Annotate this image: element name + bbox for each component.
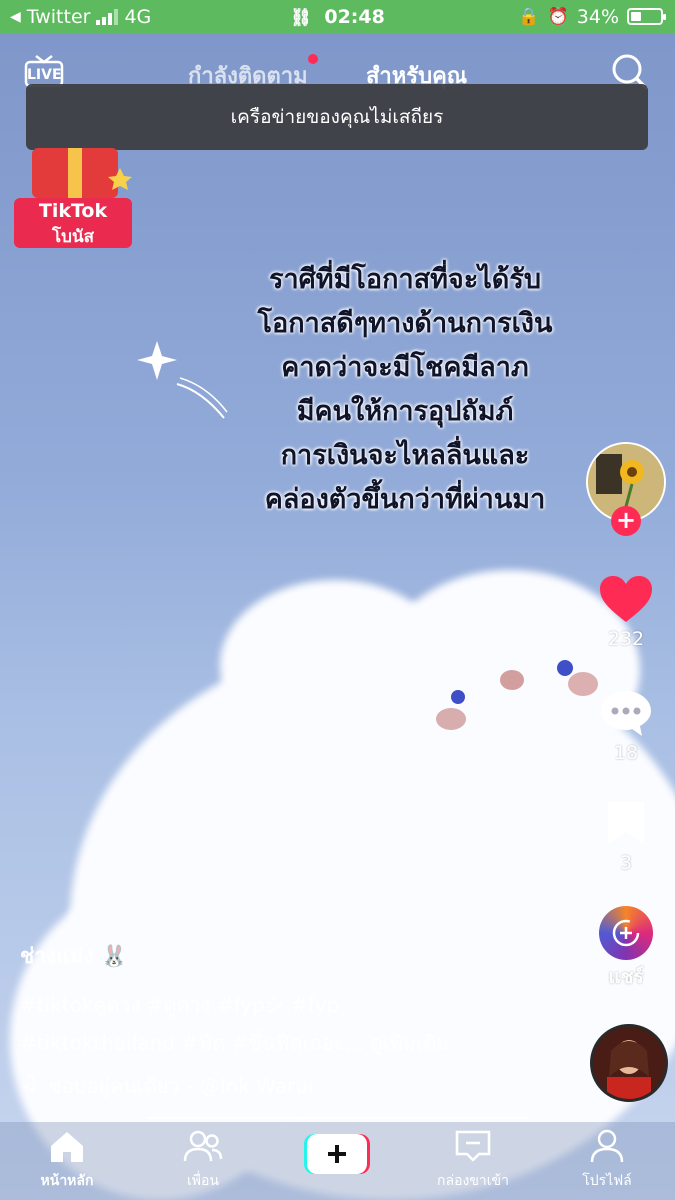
home-icon xyxy=(51,1132,83,1162)
link-icon: ⛓ xyxy=(290,7,312,28)
toast-message: เครือข่ายของคุณไม่เสถียร xyxy=(230,106,444,128)
heart-icon xyxy=(600,576,652,622)
video-progress[interactable] xyxy=(148,1117,528,1119)
live-label: LIVE xyxy=(27,67,62,83)
caption-line: ราศีที่มีโอกาสที่จะได้รับ xyxy=(269,264,541,295)
battery-percent: 34% xyxy=(576,5,619,28)
author-name[interactable]: ช่างแม่ง 🐰 xyxy=(20,940,127,973)
share-label: แชร์ xyxy=(608,966,644,988)
nav-profile-label: โปรไฟล์ xyxy=(582,1173,632,1189)
comment-button[interactable]: 18 xyxy=(590,688,662,764)
video-caption: ราศีที่มีโอกาสที่จะได้รับ โอกาสดีๆทางด้า… xyxy=(215,258,595,522)
caption-line: คล่องตัวขึ้นกว่าที่ผ่านมา xyxy=(264,484,546,515)
nav-inbox-label: กล่องขาเข้า xyxy=(437,1173,509,1189)
follow-button[interactable]: + xyxy=(611,506,641,536)
alarm-icon: ⏰ xyxy=(547,6,569,27)
create-button[interactable] xyxy=(304,1132,370,1176)
bookmark-count: 3 xyxy=(619,852,633,874)
comment-count: 18 xyxy=(613,742,639,764)
caption-line: โอกาสดีๆทางด้านการเงิน xyxy=(257,308,553,339)
clock: 02:48 xyxy=(324,5,385,28)
nav-home[interactable]: หน้าหลัก xyxy=(12,1128,122,1192)
post-description[interactable]: #tiktokดูดวง #ดูดวง #fypシ #fyp #tiktokth… xyxy=(20,986,540,1062)
live-button[interactable]: LIVE xyxy=(24,50,64,88)
lock-rotation-icon: 🔒 xyxy=(518,6,540,27)
profile-icon xyxy=(590,1129,624,1163)
nav-friends-label: เพื่อน xyxy=(187,1173,219,1189)
nav-home-label: หน้าหลัก xyxy=(40,1173,94,1189)
music-cover-image xyxy=(593,1027,665,1099)
nav-friends[interactable]: เพื่อน xyxy=(148,1128,258,1192)
plus-icon xyxy=(304,1134,370,1174)
music-note-icon: ♫ xyxy=(20,1070,38,1094)
hashtags-line: #tiktokthailand #ฟีด #ขึ้นฟีดเถอะ... ดูเ… xyxy=(20,1031,450,1055)
share-icon xyxy=(599,906,653,960)
comment-icon xyxy=(601,691,651,736)
nav-profile[interactable]: โปรไฟล์ xyxy=(552,1128,662,1192)
sound-row[interactable]: ♫ ชอบอยู่คนเดียว - @Ink Waruı xyxy=(20,1070,313,1102)
caption-line: คาดว่าจะมีโชคมีลาภ xyxy=(281,352,529,383)
tiktok-bonus-badge[interactable]: TikTok โบนัส xyxy=(12,140,134,252)
friends-icon xyxy=(183,1130,223,1162)
hashtags-line: #tiktokดูดวง #ดูดวง #fypシ #fyp xyxy=(20,993,340,1017)
notification-dot xyxy=(307,54,318,64)
share-plus-icon xyxy=(612,919,640,947)
bookmark-button[interactable]: 3 xyxy=(590,798,662,874)
caption-line: การเงินจะไหลลื่นและ xyxy=(280,440,530,471)
sound-name: ชอบอยู่คนเดียว - @Ink Waruı xyxy=(47,1074,314,1098)
nav-inbox[interactable]: กล่องขาเข้า xyxy=(418,1128,528,1192)
bottom-nav: หน้าหลัก เพื่อน กล่องขาเข้า โปรไฟล์ xyxy=(0,1122,675,1200)
battery-icon xyxy=(627,8,666,25)
bookmark-icon xyxy=(608,802,644,844)
bonus-line2: โบนัส xyxy=(52,227,94,247)
inbox-icon xyxy=(455,1130,491,1162)
like-button[interactable]: 232 xyxy=(590,574,662,650)
caption-line: มีคนให้การอุปถัมภ์ xyxy=(296,396,514,427)
share-button[interactable]: แชร์ xyxy=(590,906,662,992)
like-count: 232 xyxy=(607,628,645,650)
music-disc[interactable] xyxy=(590,1024,668,1102)
status-bar: ◀ Twitter 4G ⛓ 02:48 🔒 ⏰ 34% xyxy=(0,0,675,33)
bonus-line1: TikTok xyxy=(38,200,108,222)
